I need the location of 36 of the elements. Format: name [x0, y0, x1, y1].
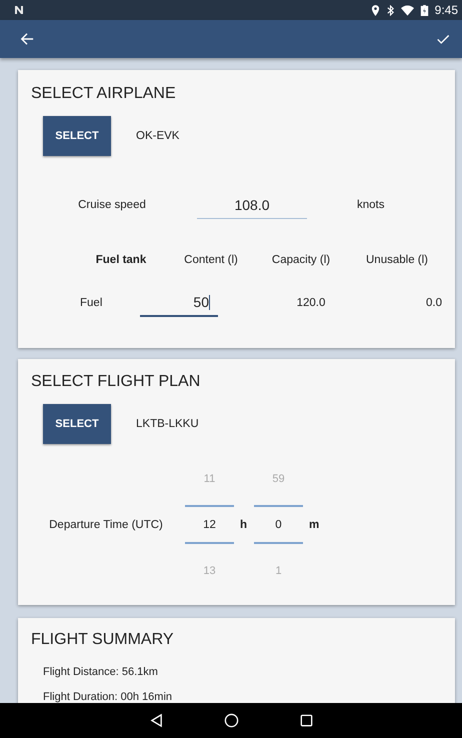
column-header: Content (l): [183, 254, 239, 266]
content-field[interactable]: 50: [140, 289, 218, 317]
recents-icon[interactable]: [298, 713, 314, 728]
back-arrow-icon[interactable]: [20, 32, 34, 46]
hour-picker-field[interactable]: 12: [185, 505, 234, 544]
airplane-registration: OK-EVK: [136, 130, 180, 142]
unit-label: h: [240, 519, 248, 531]
column-header: Unusable (l): [365, 254, 429, 266]
unit-label: knots: [357, 199, 384, 211]
select-button[interactable]: SELECT: [43, 404, 111, 444]
table-cell-text: 120.0: [296, 297, 326, 309]
column-header: Fuel tank: [94, 254, 148, 266]
flight-plan-route: LKTB-LKKU: [136, 418, 199, 430]
summary-text: Flight Distance: 56.1km: [43, 665, 159, 680]
column-header: Capacity (l): [270, 254, 332, 266]
checkmark-icon[interactable]: [436, 32, 450, 46]
field-label: Cruise speed: [77, 199, 147, 211]
summary-text: Flight Duration: 00h 16min: [43, 690, 174, 703]
section-title: SELECT AIRPLANE: [31, 84, 177, 104]
battery-icon: [420, 4, 429, 16]
back-icon[interactable]: [148, 713, 164, 728]
wifi-icon: [400, 4, 414, 16]
field-label: Departure Time (UTC): [48, 519, 164, 531]
bluetooth-icon: [386, 4, 395, 16]
home-icon[interactable]: [224, 713, 238, 728]
section-title: FLIGHT SUMMARY: [31, 630, 175, 650]
minute-picker-field[interactable]: 0: [254, 505, 303, 544]
table-cell-text: 0.0: [425, 297, 442, 309]
clock: 9:45: [434, 3, 458, 17]
location-icon: [370, 4, 380, 16]
table-cell-text: Fuel: [79, 297, 104, 309]
select-button[interactable]: SELECT: [43, 116, 111, 156]
unit-label: m: [309, 519, 319, 531]
section-title: SELECT FLIGHT PLAN: [31, 372, 202, 392]
speed-field[interactable]: 108.0: [197, 191, 307, 219]
notification-icon: [14, 5, 24, 15]
